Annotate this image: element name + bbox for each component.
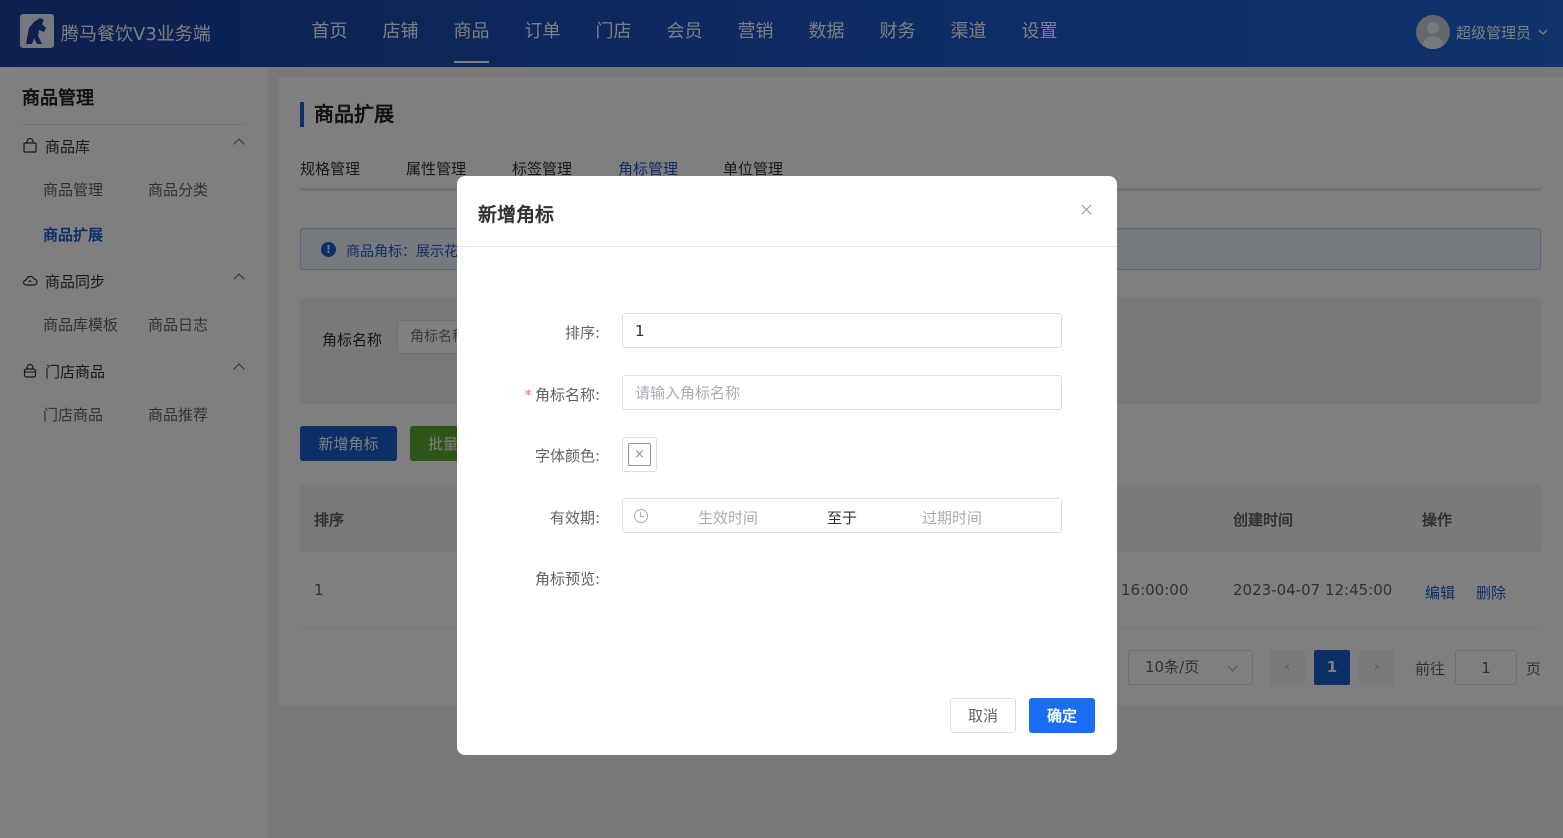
dialog-title: 新增角标 xyxy=(478,204,555,226)
required-mark: * xyxy=(524,386,532,404)
start-time-input[interactable]: 生效时间 xyxy=(698,507,758,528)
name-label-text: 角标名称: xyxy=(534,386,600,404)
font-color-label: 字体颜色: xyxy=(534,447,600,465)
validity-label: 有效期: xyxy=(549,509,600,527)
close-icon[interactable] xyxy=(1077,200,1097,220)
name-label: * 角标名称: xyxy=(524,384,600,405)
end-time-input[interactable]: 过期时间 xyxy=(922,507,982,528)
confirm-button[interactable]: 确定 xyxy=(1029,698,1095,733)
clock-icon xyxy=(634,509,648,523)
sort-input[interactable] xyxy=(622,313,1062,348)
add-corner-mark-dialog: 新增角标 排序: *角标名称: 字体颜色: × 有效期: 生效时间 至于 过期时… xyxy=(457,176,1117,755)
range-separator: 至于 xyxy=(827,509,858,527)
cancel-button[interactable]: 取消 xyxy=(950,698,1016,733)
empty-color-icon: × xyxy=(628,443,651,466)
preview-label: 角标预览: xyxy=(534,570,600,588)
validity-date-range[interactable]: 生效时间 至于 过期时间 xyxy=(622,498,1062,533)
dialog-divider xyxy=(457,246,1117,247)
corner-mark-name-input[interactable] xyxy=(622,375,1062,410)
font-color-picker[interactable]: × xyxy=(622,437,657,472)
sort-label: 排序: xyxy=(564,324,600,342)
